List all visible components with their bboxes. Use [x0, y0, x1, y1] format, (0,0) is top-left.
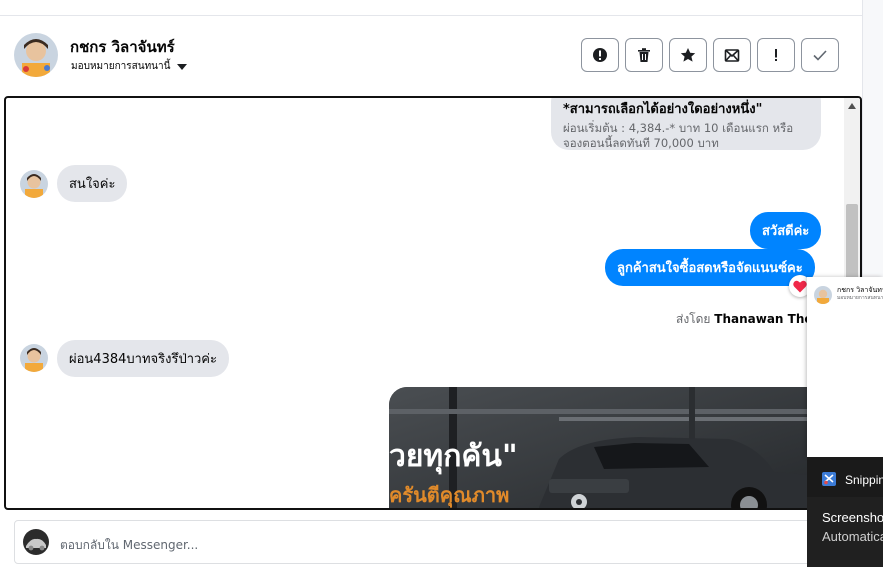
contact-name: กชกร วิลาจันทร์	[70, 38, 175, 56]
star-button[interactable]	[669, 38, 707, 72]
conversation-header: กชกร วิลาจันทร์ มอบหมายการสนทนานี้	[0, 17, 862, 95]
incoming-message: ผ่อน4384บาทจริงรึป่าวค่ะ	[57, 340, 229, 377]
sent-by-label: ส่งโดย Thanawan Thon	[676, 310, 821, 329]
conversation-preview-popup[interactable]: กชกร วิลาจันทร์ มอบหมายการสนทนานี้	[807, 277, 883, 457]
page-avatar	[23, 529, 49, 555]
incoming-message: สนใจค่ะ	[57, 165, 128, 202]
outgoing-message: ลูกค้าสนใจซื้อสดหรือจัดแนนซ์คะ	[605, 249, 815, 286]
trash-icon	[638, 48, 650, 62]
checkmark-icon	[813, 50, 827, 61]
image-caption-line1: วยทุกคัน"	[389, 439, 518, 474]
notification-title: Screenshot	[822, 510, 883, 525]
snipping-tool-notification[interactable]: Snipping Tool Screenshot Automatically	[807, 457, 883, 567]
avatar	[20, 344, 48, 372]
avatar	[20, 170, 48, 198]
reply-composer[interactable]: ตอบกลับใน Messenger...	[14, 520, 814, 564]
card-title: *สามารถเลือกได้อย่างใดอย่างหนึ่ง"	[563, 102, 763, 117]
conversation-toolbar	[581, 38, 839, 72]
chevron-down-icon	[177, 63, 188, 70]
messenger-page: กชกร วิลาจันทร์ มอบหมายการสนทนานี้ *สามา…	[0, 0, 883, 567]
promo-message-card: *สามารถเลือกได้อย่างใดอย่างหนึ่ง" ผ่อนเร…	[551, 98, 821, 150]
scroll-thumb[interactable]	[846, 204, 858, 286]
sender-name: Thanawan Thon	[714, 312, 822, 326]
reply-input[interactable]: ตอบกลับใน Messenger...	[60, 536, 198, 555]
mark-unread-icon	[724, 49, 740, 62]
message-thread[interactable]: *สามารถเลือกได้อย่างใดอย่างหนึ่ง" ผ่อนเร…	[4, 96, 862, 510]
avatar	[814, 286, 832, 304]
card-body: ผ่อนเริ่มต้น : 4,384.-* บาท 10 เดือนแรก …	[563, 121, 794, 150]
mark-unread-button[interactable]	[713, 38, 751, 72]
spam-alert-icon	[593, 48, 607, 62]
car-image-message[interactable]: วยทุกคัน" ครันตีคุณภาพ	[389, 387, 809, 508]
outgoing-message: สวัสดีค่ะ	[750, 212, 822, 249]
notification-app-name: Snipping Tool	[845, 473, 883, 487]
scroll-up-arrow-icon[interactable]	[848, 103, 856, 109]
delete-button[interactable]	[625, 38, 663, 72]
contact-avatar[interactable]	[14, 33, 58, 77]
important-icon	[775, 49, 777, 61]
assign-label: มอบหมายการสนทนานี้	[71, 61, 171, 72]
sent-by-prefix: ส่งโดย	[676, 312, 711, 326]
star-icon	[680, 48, 696, 62]
important-button[interactable]	[757, 38, 795, 72]
assign-conversation[interactable]: มอบหมายการสนทนานี้	[71, 59, 188, 74]
snipping-tool-icon	[822, 472, 836, 486]
popup-subtitle: มอบหมายการสนทนานี้	[837, 295, 883, 301]
mark-done-button[interactable]	[801, 38, 839, 72]
spam-alert-button[interactable]	[581, 38, 619, 72]
notification-body: Automatically	[822, 529, 883, 544]
top-strip	[0, 0, 862, 16]
image-caption-line2: ครันตีคุณภาพ	[389, 483, 510, 507]
